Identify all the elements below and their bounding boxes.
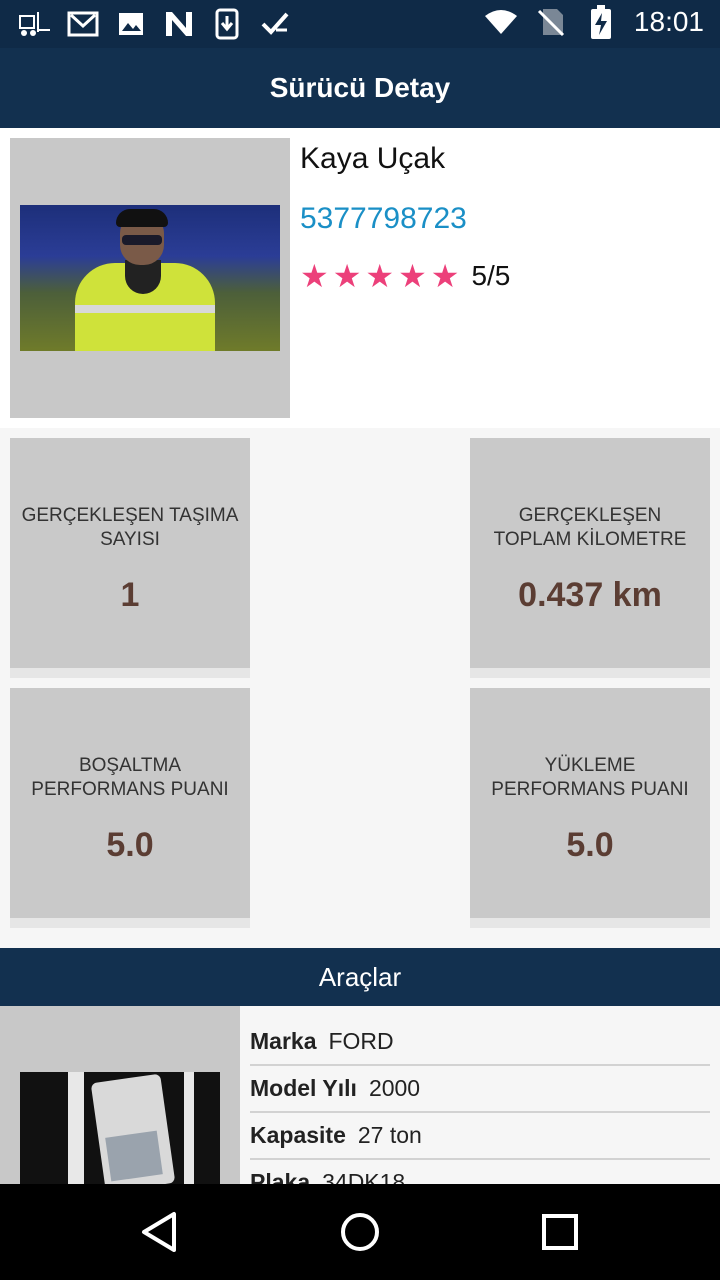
vehicle-field-value: 2000 bbox=[368, 1074, 421, 1101]
wifi-icon bbox=[484, 6, 518, 38]
driver-name: Kaya Uçak bbox=[300, 142, 446, 175]
no-sim-icon bbox=[534, 6, 568, 38]
vehicle-field-value: 27 ton bbox=[357, 1121, 422, 1148]
driver-photo[interactable] bbox=[20, 205, 280, 351]
stat-card-total-km: GERÇEKLEŞEN TOPLAM KİLOMETRE 0.437 km bbox=[470, 438, 710, 678]
battery-charging-icon bbox=[584, 5, 618, 39]
rating-text: 5/5 bbox=[471, 260, 511, 291]
vehicle-row-model-year: Model Yılı 2000 bbox=[250, 1065, 710, 1113]
check-icon bbox=[258, 8, 292, 40]
clock: 18:01 bbox=[633, 6, 704, 37]
vehicle-field-key: Kapasite bbox=[250, 1121, 346, 1148]
stat-card-unloading-score: BOŞALTMA PERFORMANS PUANI 5.0 bbox=[10, 688, 250, 928]
system-nav-bar bbox=[0, 1184, 720, 1280]
page-title: Sürücü Detay bbox=[269, 72, 451, 103]
recents-icon[interactable] bbox=[536, 1208, 584, 1256]
vehicle-field-key: Model Yılı bbox=[250, 1074, 357, 1101]
stat-card-loading-score: YÜKLEME PERFORMANS PUANI 5.0 bbox=[470, 688, 710, 928]
stat-card-shipments: GERÇEKLEŞEN TAŞIMA SAYISI 1 bbox=[10, 438, 250, 678]
system-icons: 18:01 bbox=[484, 5, 704, 39]
image-icon bbox=[114, 8, 148, 40]
back-icon[interactable] bbox=[136, 1208, 184, 1256]
vehicle-photo-frame bbox=[0, 1006, 240, 1184]
vehicle-photo[interactable] bbox=[20, 1072, 220, 1184]
n-icon bbox=[162, 8, 196, 40]
stat-value: 1 bbox=[120, 576, 140, 614]
star-icon: ★ bbox=[365, 257, 395, 295]
status-bar: 18:01 bbox=[0, 0, 720, 48]
home-icon[interactable] bbox=[336, 1208, 384, 1256]
vehicle-row-capacity: Kapasite 27 ton bbox=[250, 1112, 710, 1160]
star-icon: ★ bbox=[430, 257, 460, 295]
gmail-icon bbox=[66, 8, 100, 40]
star-icon: ★ bbox=[300, 257, 329, 295]
vehicles-section-header: Araçlar bbox=[0, 948, 720, 1006]
stat-value: 5.0 bbox=[106, 826, 154, 864]
vehicle-row-brand: Marka FORD bbox=[250, 1018, 710, 1066]
star-icon: ★ bbox=[332, 257, 362, 295]
stat-value: 0.437 km bbox=[518, 576, 662, 614]
stat-value: 5.0 bbox=[566, 826, 614, 864]
stat-label: GERÇEKLEŞEN TOPLAM KİLOMETRE bbox=[493, 505, 687, 550]
driver-photo-frame bbox=[10, 138, 290, 418]
driver-phone-link[interactable]: 5377798723 bbox=[300, 202, 467, 236]
download-icon bbox=[210, 8, 244, 40]
driver-rating: ★ ★ ★ ★ ★ 5/5 bbox=[300, 260, 510, 292]
stat-label: BOŞALTMA PERFORMANS PUANI bbox=[31, 755, 229, 800]
stat-label: GERÇEKLEŞEN TAŞIMA SAYISI bbox=[21, 505, 239, 550]
vehicle-field-key: Marka bbox=[250, 1027, 317, 1054]
vehicle-field-value: FORD bbox=[328, 1027, 394, 1054]
vehicles-section-title: Araçlar bbox=[318, 961, 402, 992]
stat-label: YÜKLEME PERFORMANS PUANI bbox=[491, 755, 689, 800]
notification-icons bbox=[18, 8, 292, 40]
driver-profile: Kaya Uçak 5377798723 ★ ★ ★ ★ ★ 5/5 bbox=[0, 128, 720, 428]
app-bar: Sürücü Detay bbox=[0, 48, 720, 128]
star-icon: ★ bbox=[398, 257, 427, 295]
forklift-icon bbox=[18, 8, 52, 40]
